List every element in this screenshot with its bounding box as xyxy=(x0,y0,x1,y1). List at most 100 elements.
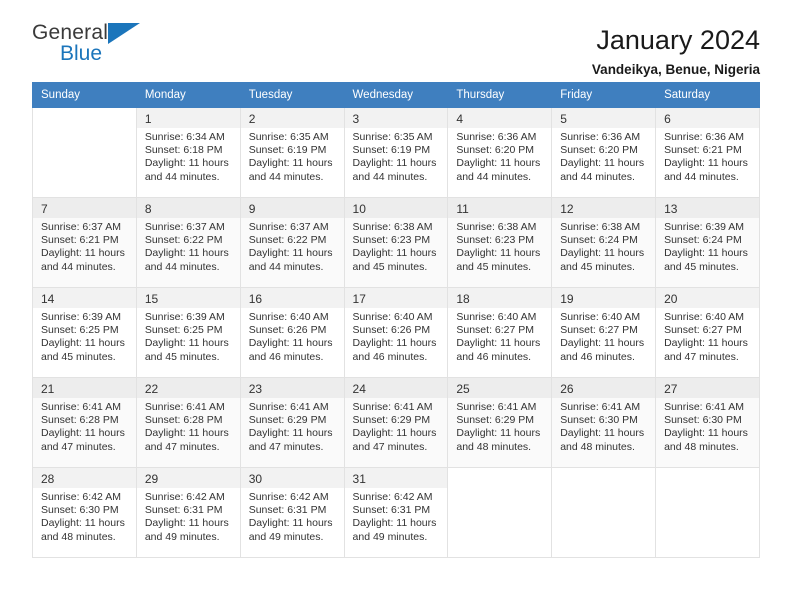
sun-times-info: Sunrise: 6:41 AM Sunset: 6:30 PM Dayligh… xyxy=(560,401,645,453)
calendar-day-cell[interactable]: 5 Sunrise: 6:36 AM Sunset: 6:20 PM Daylig… xyxy=(551,107,657,198)
sun-times-info: Sunrise: 6:38 AM Sunset: 6:24 PM Dayligh… xyxy=(560,221,645,273)
sun-times-info: Sunrise: 6:42 AM Sunset: 6:31 PM Dayligh… xyxy=(144,491,229,543)
logo-word-general: General xyxy=(32,21,109,44)
sun-times-info: Sunrise: 6:42 AM Sunset: 6:31 PM Dayligh… xyxy=(352,491,437,543)
day-number: 13 xyxy=(656,198,759,218)
sun-times-info: Sunrise: 6:35 AM Sunset: 6:19 PM Dayligh… xyxy=(248,131,333,183)
calendar-day-cell[interactable]: 25 Sunrise: 6:41 AM Sunset: 6:29 PM Dayli… xyxy=(447,377,553,468)
calendar-week-row: 7 Sunrise: 6:37 AM Sunset: 6:21 PM Daylig… xyxy=(32,197,760,288)
sun-times-info: Sunrise: 6:40 AM Sunset: 6:27 PM Dayligh… xyxy=(560,311,645,363)
calendar-day-cell-empty xyxy=(32,107,137,198)
calendar-day-cell[interactable]: 8 Sunrise: 6:37 AM Sunset: 6:22 PM Daylig… xyxy=(135,197,241,288)
day-number: 31 xyxy=(344,468,448,488)
calendar-day-cell[interactable]: 7 Sunrise: 6:37 AM Sunset: 6:21 PM Daylig… xyxy=(32,197,137,288)
day-number: 20 xyxy=(656,288,759,308)
logo-word-blue: Blue xyxy=(60,42,103,65)
calendar-day-cell[interactable]: 19 Sunrise: 6:40 AM Sunset: 6:27 PM Dayli… xyxy=(551,287,657,378)
calendar-day-cell[interactable]: 6 Sunrise: 6:36 AM Sunset: 6:21 PM Daylig… xyxy=(655,107,760,198)
sun-times-info: Sunrise: 6:39 AM Sunset: 6:25 PM Dayligh… xyxy=(144,311,229,363)
sun-times-info: Sunrise: 6:41 AM Sunset: 6:29 PM Dayligh… xyxy=(456,401,541,453)
calendar-page: General Blue January 2024 Vandeikya, Ben… xyxy=(0,0,792,612)
calendar-day-cell[interactable]: 30 Sunrise: 6:42 AM Sunset: 6:31 PM Dayli… xyxy=(239,467,345,558)
calendar-week-row: 21 Sunrise: 6:41 AM Sunset: 6:28 PM Dayli… xyxy=(32,377,760,468)
page-header: General Blue January 2024 Vandeikya, Ben… xyxy=(32,0,760,78)
day-number: 21 xyxy=(33,378,136,398)
day-number: 27 xyxy=(656,378,759,398)
calendar-week-row: 28 Sunrise: 6:42 AM Sunset: 6:30 PM Dayli… xyxy=(32,467,760,558)
calendar-header-row: Sunday Monday Tuesday Wednesday Thursday Frid… xyxy=(32,82,760,108)
calendar-day-cell[interactable]: 29 Sunrise: 6:42 AM Sunset: 6:31 PM Dayli… xyxy=(135,467,241,558)
day-number: 16 xyxy=(240,288,344,308)
sun-times-info: Sunrise: 6:40 AM Sunset: 6:26 PM Dayligh… xyxy=(352,311,437,363)
day-number: 11 xyxy=(448,198,552,218)
logo-triangle-icon xyxy=(108,23,140,44)
calendar-day-cell[interactable]: 24 Sunrise: 6:41 AM Sunset: 6:29 PM Dayli… xyxy=(343,377,449,468)
calendar-day-cell-empty xyxy=(447,467,553,558)
calendar-weekday-header-tuesday: Tuesday xyxy=(239,82,345,108)
calendar-day-cell[interactable]: 16 Sunrise: 6:40 AM Sunset: 6:26 PM Dayli… xyxy=(239,287,345,378)
sun-times-info: Sunrise: 6:41 AM Sunset: 6:28 PM Dayligh… xyxy=(41,401,125,453)
calendar-weekday-header-monday: Monday xyxy=(135,82,241,108)
calendar-day-cell[interactable]: 18 Sunrise: 6:40 AM Sunset: 6:27 PM Dayli… xyxy=(447,287,553,378)
sun-times-info: Sunrise: 6:38 AM Sunset: 6:23 PM Dayligh… xyxy=(456,221,541,273)
sun-times-info xyxy=(448,474,551,477)
day-number: 19 xyxy=(552,288,656,308)
day-number: 29 xyxy=(136,468,240,488)
calendar-day-cell[interactable]: 22 Sunrise: 6:41 AM Sunset: 6:28 PM Dayli… xyxy=(135,377,241,468)
calendar-day-cell[interactable]: 2 Sunrise: 6:35 AM Sunset: 6:19 PM Daylig… xyxy=(239,107,345,198)
calendar-week-row: 1 Sunrise: 6:34 AM Sunset: 6:18 PM Daylig… xyxy=(32,107,760,198)
sun-times-info xyxy=(552,474,655,477)
sun-times-info: Sunrise: 6:41 AM Sunset: 6:29 PM Dayligh… xyxy=(352,401,437,453)
day-number: 30 xyxy=(240,468,344,488)
calendar-day-cell[interactable]: 10 Sunrise: 6:38 AM Sunset: 6:23 PM Dayli… xyxy=(343,197,449,288)
calendar-day-cell[interactable]: 4 Sunrise: 6:36 AM Sunset: 6:20 PM Daylig… xyxy=(447,107,553,198)
sun-times-info: Sunrise: 6:39 AM Sunset: 6:25 PM Dayligh… xyxy=(41,311,125,363)
day-number: 2 xyxy=(240,108,344,128)
sun-times-info: Sunrise: 6:35 AM Sunset: 6:19 PM Dayligh… xyxy=(352,131,437,183)
calendar-day-cell[interactable]: 14 Sunrise: 6:39 AM Sunset: 6:25 PM Dayli… xyxy=(32,287,137,378)
title-block: January 2024 Vandeikya, Benue, Nigeria xyxy=(592,22,760,80)
calendar-day-cell[interactable]: 13 Sunrise: 6:39 AM Sunset: 6:24 PM Dayli… xyxy=(655,197,760,288)
calendar-day-cell[interactable]: 23 Sunrise: 6:41 AM Sunset: 6:29 PM Dayli… xyxy=(239,377,345,468)
month-calendar: Sunday Monday Tuesday Wednesday Thursday Frid… xyxy=(32,82,760,558)
day-number: 18 xyxy=(448,288,552,308)
day-number: 23 xyxy=(240,378,344,398)
day-number: 9 xyxy=(240,198,344,218)
calendar-day-cell[interactable]: 21 Sunrise: 6:41 AM Sunset: 6:28 PM Dayli… xyxy=(32,377,137,468)
calendar-weekday-header-sunday: Sunday xyxy=(32,82,137,108)
day-number: 25 xyxy=(448,378,552,398)
calendar-body: 1 Sunrise: 6:34 AM Sunset: 6:18 PM Daylig… xyxy=(32,107,760,558)
calendar-day-cell[interactable]: 1 Sunrise: 6:34 AM Sunset: 6:18 PM Daylig… xyxy=(135,107,241,198)
calendar-day-cell[interactable]: 9 Sunrise: 6:37 AM Sunset: 6:22 PM Daylig… xyxy=(239,197,345,288)
sun-times-info: Sunrise: 6:36 AM Sunset: 6:21 PM Dayligh… xyxy=(664,131,748,183)
day-number: 12 xyxy=(552,198,656,218)
day-number: 1 xyxy=(136,108,240,128)
day-number: 4 xyxy=(448,108,552,128)
calendar-day-cell[interactable]: 17 Sunrise: 6:40 AM Sunset: 6:26 PM Dayli… xyxy=(343,287,449,378)
calendar-day-cell[interactable]: 11 Sunrise: 6:38 AM Sunset: 6:23 PM Dayli… xyxy=(447,197,553,288)
calendar-day-cell[interactable]: 27 Sunrise: 6:41 AM Sunset: 6:30 PM Dayli… xyxy=(655,377,760,468)
sun-times-info: Sunrise: 6:34 AM Sunset: 6:18 PM Dayligh… xyxy=(144,131,229,183)
day-number: 8 xyxy=(136,198,240,218)
sun-times-info: Sunrise: 6:41 AM Sunset: 6:29 PM Dayligh… xyxy=(248,401,333,453)
calendar-day-cell[interactable]: 3 Sunrise: 6:35 AM Sunset: 6:19 PM Daylig… xyxy=(343,107,449,198)
day-number: 7 xyxy=(33,198,136,218)
sun-times-info: Sunrise: 6:41 AM Sunset: 6:30 PM Dayligh… xyxy=(664,401,748,453)
sun-times-info xyxy=(33,114,136,117)
calendar-day-cell[interactable]: 26 Sunrise: 6:41 AM Sunset: 6:30 PM Dayli… xyxy=(551,377,657,468)
sun-times-info xyxy=(656,474,759,477)
day-number: 10 xyxy=(344,198,448,218)
calendar-day-cell[interactable]: 20 Sunrise: 6:40 AM Sunset: 6:27 PM Dayli… xyxy=(655,287,760,378)
calendar-day-cell[interactable]: 28 Sunrise: 6:42 AM Sunset: 6:30 PM Dayli… xyxy=(32,467,137,558)
calendar-day-cell[interactable]: 15 Sunrise: 6:39 AM Sunset: 6:25 PM Dayli… xyxy=(135,287,241,378)
sun-times-info: Sunrise: 6:36 AM Sunset: 6:20 PM Dayligh… xyxy=(456,131,541,183)
sun-times-info: Sunrise: 6:37 AM Sunset: 6:22 PM Dayligh… xyxy=(248,221,333,273)
sun-times-info: Sunrise: 6:39 AM Sunset: 6:24 PM Dayligh… xyxy=(664,221,748,273)
calendar-weekday-header-saturday: Saturday xyxy=(655,82,760,108)
calendar-day-cell[interactable]: 31 Sunrise: 6:42 AM Sunset: 6:31 PM Dayli… xyxy=(343,467,449,558)
day-number: 15 xyxy=(136,288,240,308)
sun-times-info: Sunrise: 6:38 AM Sunset: 6:23 PM Dayligh… xyxy=(352,221,437,273)
calendar-weekday-header-friday: Friday xyxy=(551,82,657,108)
general-blue-logo[interactable]: General Blue xyxy=(32,22,162,72)
calendar-day-cell[interactable]: 12 Sunrise: 6:38 AM Sunset: 6:24 PM Dayli… xyxy=(551,197,657,288)
